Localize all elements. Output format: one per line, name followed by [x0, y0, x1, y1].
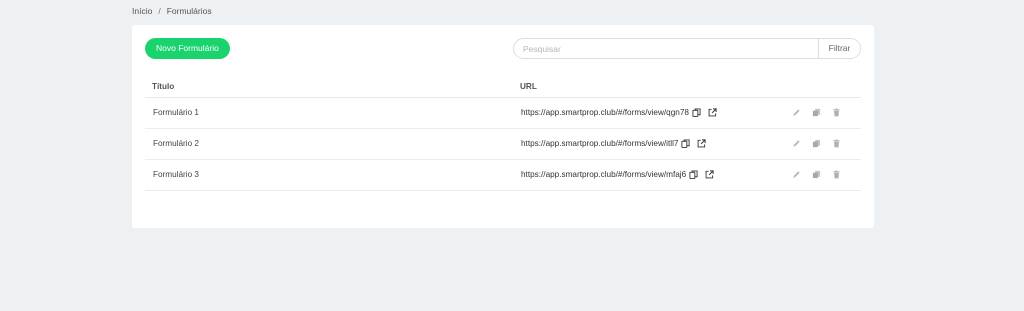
form-url: https://app.smartprop.club/#/forms/view/… [521, 139, 679, 148]
breadcrumb: Início / Formulários [132, 6, 212, 16]
trash-icon[interactable] [832, 170, 841, 179]
actions-cell [765, 97, 861, 129]
form-title: Formulário 2 [145, 128, 513, 160]
table-row: Formulário 3 https://app.smartprop.club/… [145, 159, 861, 191]
form-title: Formulário 1 [145, 97, 513, 129]
external-link-icon[interactable] [705, 170, 714, 179]
column-header-actions [765, 77, 861, 98]
column-header-url: URL [513, 77, 766, 98]
external-link-icon[interactable] [708, 108, 717, 117]
pencil-icon[interactable] [792, 139, 801, 148]
column-header-title: Título [145, 77, 513, 98]
form-url: https://app.smartprop.club/#/forms/view/… [521, 170, 687, 179]
filter-button[interactable]: Filtrar [818, 39, 860, 58]
copy-icon[interactable] [681, 139, 691, 148]
search-bar: Filtrar [513, 38, 861, 59]
breadcrumb-current: Formulários [166, 6, 212, 16]
pencil-icon[interactable] [792, 108, 801, 117]
duplicate-icon[interactable] [812, 139, 821, 148]
forms-table: Título URL Formulário 1 https://app.smar… [145, 77, 861, 191]
breadcrumb-home[interactable]: Início [132, 6, 152, 16]
url-cell: https://app.smartprop.club/#/forms/view/… [513, 128, 766, 160]
duplicate-icon[interactable] [812, 170, 821, 179]
copy-icon[interactable] [689, 170, 698, 179]
form-url: https://app.smartprop.club/#/forms/view/… [521, 108, 689, 117]
forms-card: Novo Formulário Filtrar Título URL Formu… [132, 25, 874, 228]
breadcrumb-separator: / [158, 6, 161, 16]
actions-cell [765, 159, 861, 191]
external-link-icon[interactable] [697, 139, 707, 148]
duplicate-icon[interactable] [812, 108, 821, 117]
pencil-icon[interactable] [792, 170, 801, 179]
url-cell: https://app.smartprop.club/#/forms/view/… [513, 97, 766, 129]
actions-cell [765, 128, 861, 160]
url-cell: https://app.smartprop.club/#/forms/view/… [513, 159, 766, 191]
copy-icon[interactable] [692, 108, 701, 117]
table-row: Formulário 2 https://app.smartprop.club/… [145, 128, 861, 160]
search-input[interactable] [514, 39, 818, 58]
table-row: Formulário 1 https://app.smartprop.club/… [145, 97, 861, 129]
trash-icon[interactable] [832, 139, 841, 148]
new-form-button[interactable]: Novo Formulário [145, 38, 230, 59]
trash-icon[interactable] [832, 108, 841, 117]
form-title: Formulário 3 [145, 159, 513, 191]
table-header-row: Título URL [145, 77, 861, 98]
